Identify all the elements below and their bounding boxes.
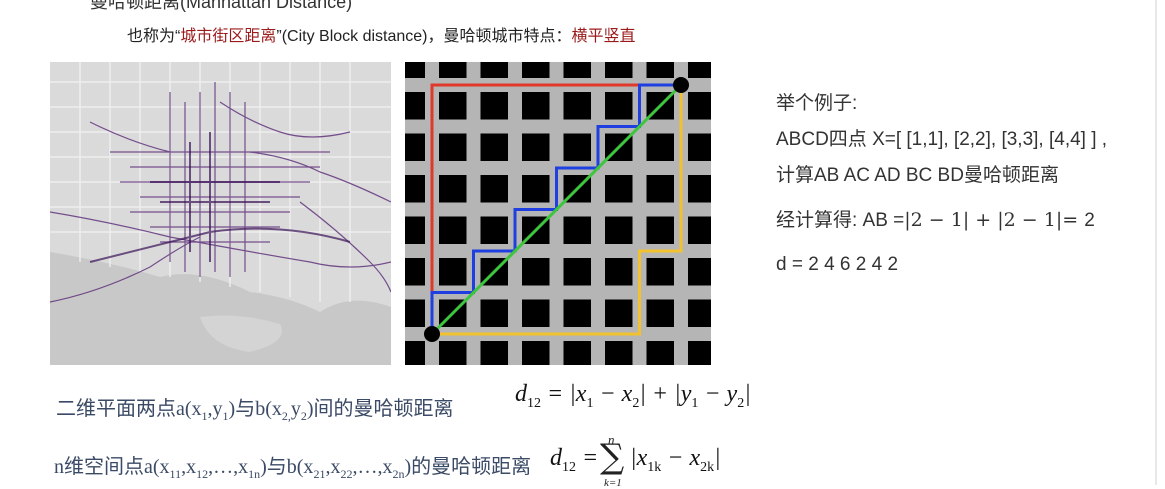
city-map-image [50,62,391,365]
end-point [673,77,689,93]
formula-nd-label: n维空间点a(x11,x12,…,x1n)与b(x21,x22,…,x2n)的曼… [54,456,532,481]
calc-formula: |2 − 1| + |2 − 1|= [904,209,1085,231]
grid-drawing [405,62,711,365]
grid-street-vertical [591,62,605,365]
formula-nd-label-a: n维空间点a(x [54,456,170,478]
example-line-result: d = 2 4 6 2 4 2 [776,254,899,275]
example-line-task: 计算AB AC AD BC BD曼哈顿距离 [776,165,1059,186]
manhattan-grid-image [405,62,711,365]
calc-prefix: 经计算得: AB = [776,210,905,231]
start-point [424,326,440,342]
city-map-drawing [50,62,391,365]
formula-nd-expression: d12 = [550,445,599,475]
example-line-points: ABCD四点 X=[ [1,1], [2,2], [3,3], [4,4] ] … [776,129,1108,150]
subtitle-line: 也称为“城市街区距离”(City Block distance)，曼哈顿城市特点… [127,22,636,46]
calc-result: 2 [1084,210,1095,231]
subtitle-feature: 横平竖直 [571,28,636,45]
example-block: 举个例子: ABCD四点 X=[ [1,1], [2,2], [3,3], [4… [776,86,1107,283]
formula-nd-label-b: 的曼哈顿距离 [411,456,532,478]
formula-2d-label-b: 间的曼哈顿距离 [313,398,454,420]
section-heading: 曼哈顿距离(Manhattan Distance) [90,0,353,12]
formula-2d-label: 二维平面两点a(x1,y1)与b(x2,y2)间的曼哈顿距离 [56,398,454,423]
subtitle-highlight: 城市街区距离 [180,28,277,45]
subtitle-middle: ”(City Block distance)，曼哈顿城市特点： [276,28,572,45]
sum-symbol: ∑ [600,437,625,477]
formula-nd-term: |x1k − x2k| [630,445,721,475]
sum-lower: k=1 [604,477,622,489]
formula-2d-label-a: 二维平面两点a(x [56,398,202,420]
scrollbar-track[interactable] [1155,0,1157,485]
subtitle-prefix: 也称为“ [127,28,181,45]
formula-2d-expression: d12 = |x1 − x2| + |y1 − y2| [515,381,751,411]
example-line-calc: 经计算得: AB =|2 − 1| + |2 − 1|= 2 [776,202,1107,239]
example-line-intro: 举个例子: [776,93,858,114]
